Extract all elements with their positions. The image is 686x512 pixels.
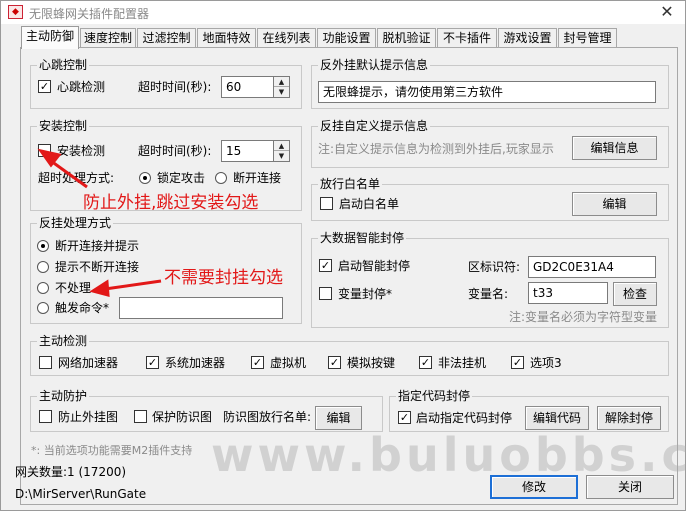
arrow-none-head (89, 279, 110, 297)
annotation-no-handle-hint: 不需要封挂勾选 (164, 268, 283, 288)
arrow-install-head (37, 148, 62, 168)
arrow-none-line (104, 279, 162, 291)
annotation-arrows (37, 148, 162, 297)
arrow-install-line (50, 159, 88, 189)
annotation-install-hint: 防止外挂,跳过安装勾选 (83, 193, 259, 213)
config-window: ◆ 无限蜂网关插件配置器 ✕ 主动防御 速度控制 过滤控制 地面特效 在线列表 … (0, 0, 686, 511)
tab-active-defense[interactable]: 主动防御 (21, 26, 79, 49)
